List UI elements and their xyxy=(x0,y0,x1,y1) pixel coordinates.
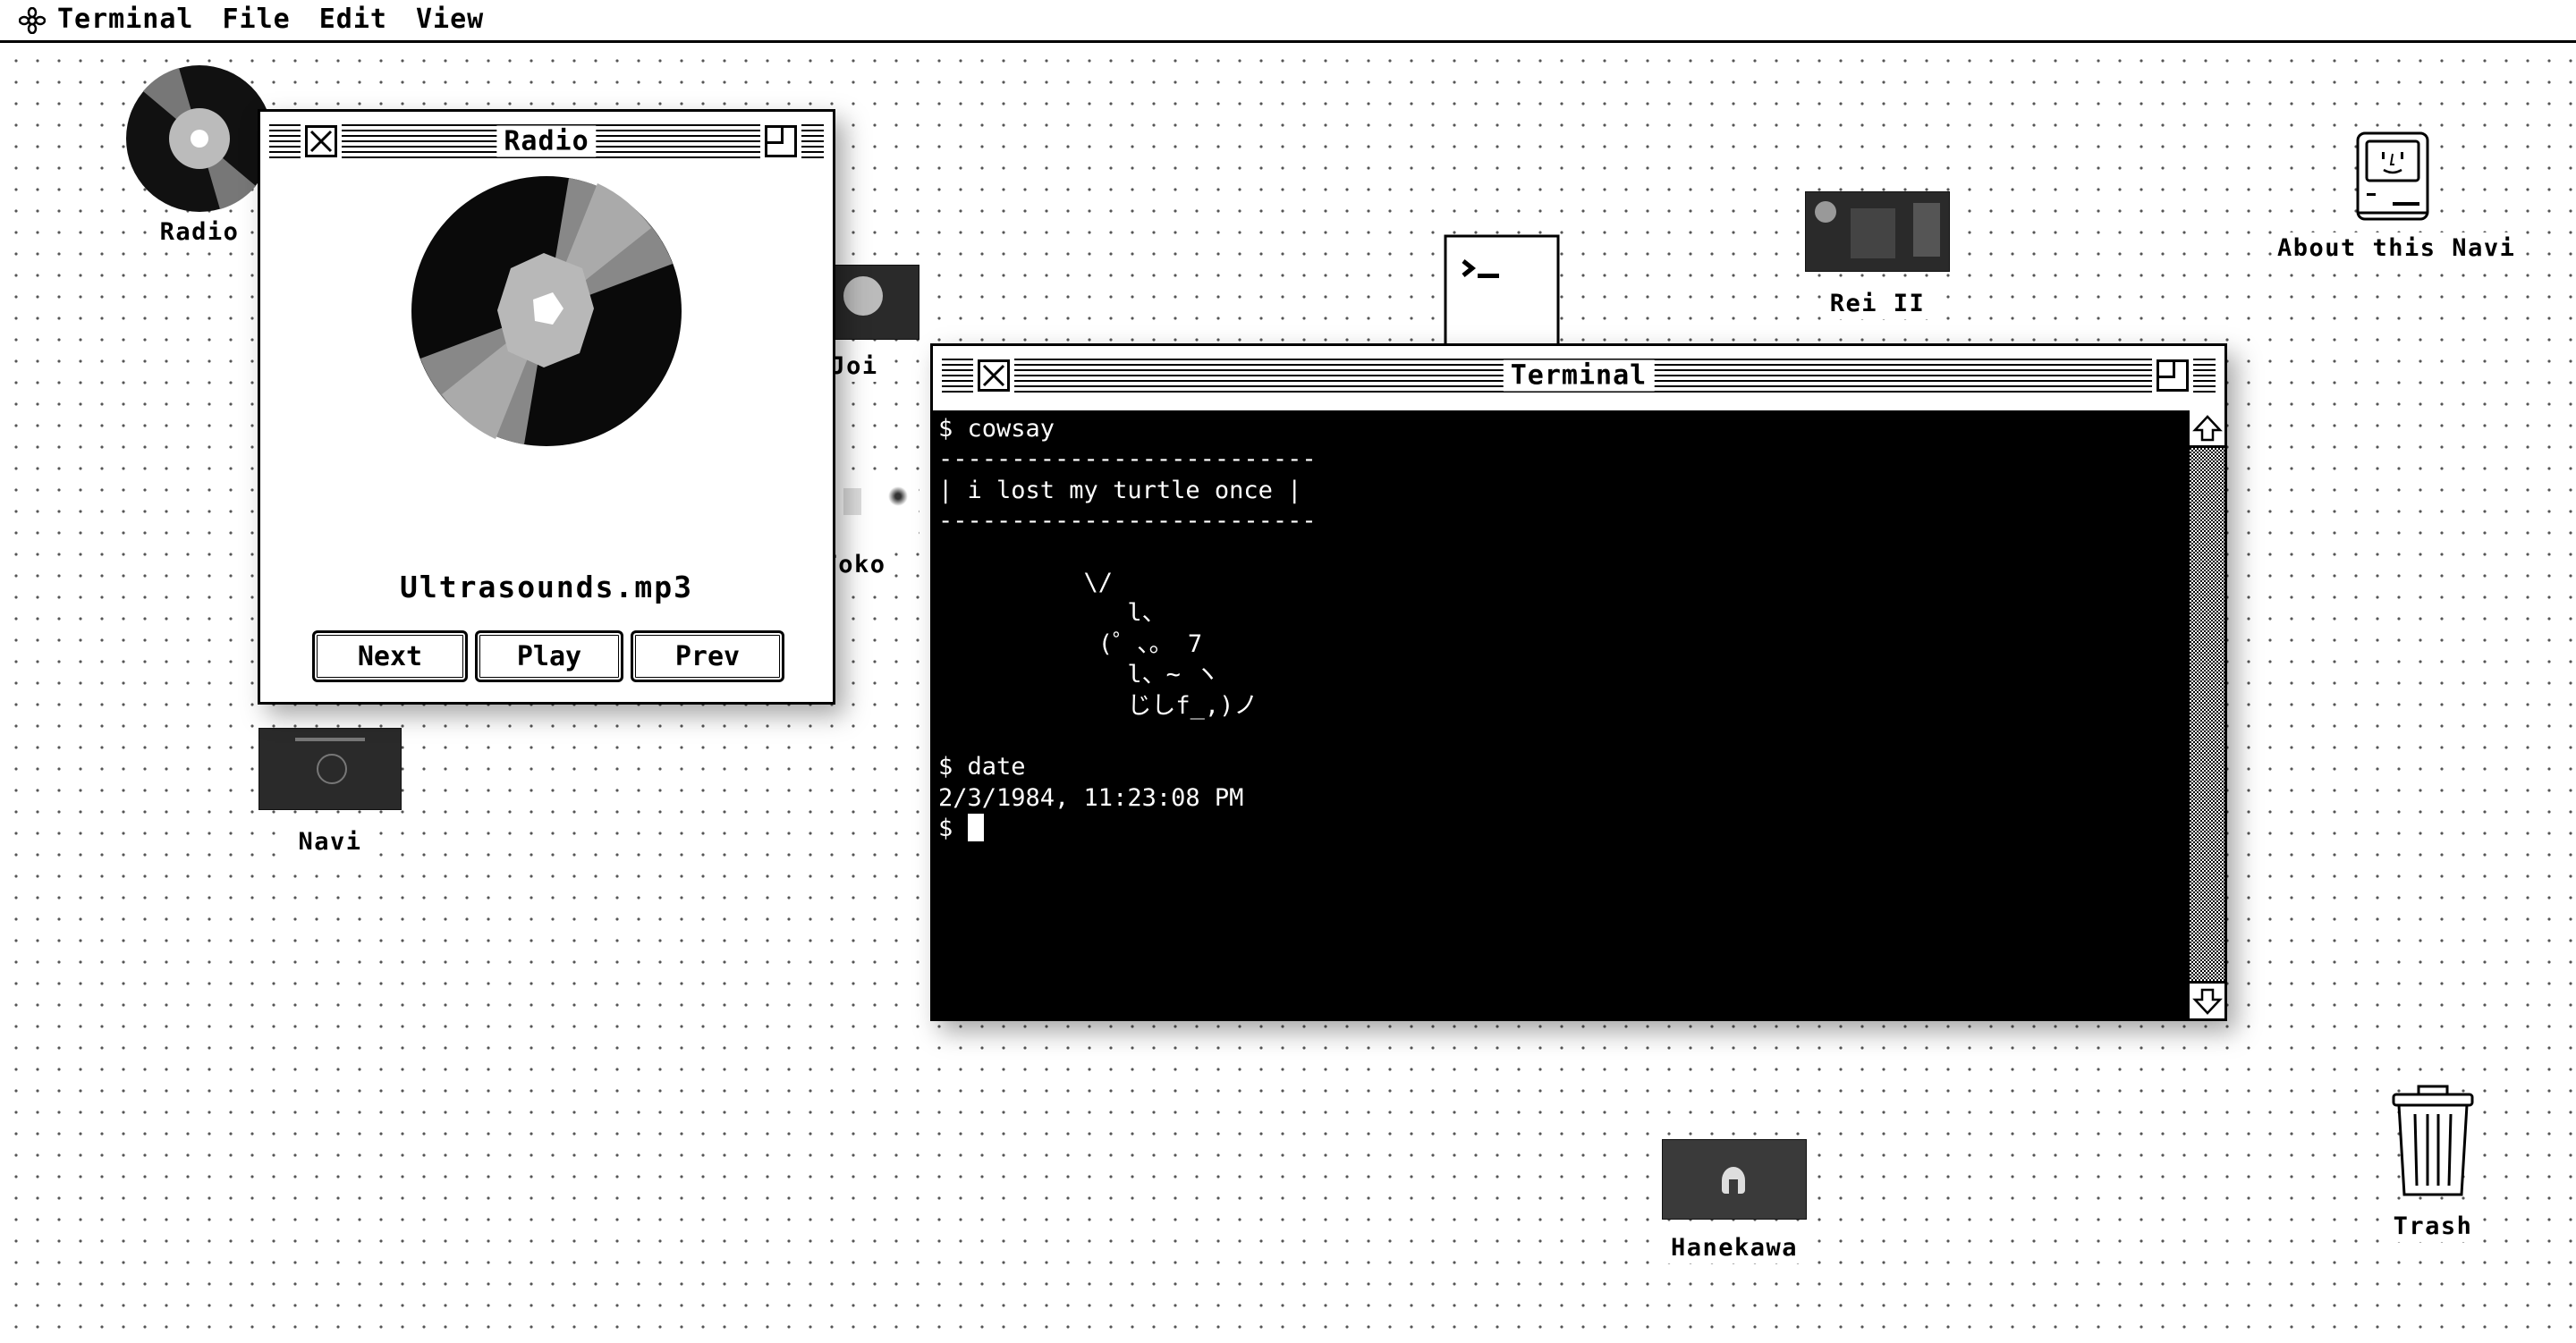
menu-file[interactable]: File xyxy=(208,0,305,42)
terminal-output-area[interactable]: $ cowsay -------------------------- | i … xyxy=(933,410,2224,1018)
desktop-icon-trash[interactable]: Trash xyxy=(2370,1084,2496,1242)
zoom-box[interactable] xyxy=(765,125,797,157)
vinyl-record-icon xyxy=(126,65,273,212)
close-icon xyxy=(309,130,333,153)
trash-can-icon xyxy=(2392,1085,2474,1196)
desktop-icon-radio[interactable]: Radio xyxy=(123,64,275,248)
window-title: Radio xyxy=(496,125,597,157)
vinyl-record-icon xyxy=(411,176,682,446)
vertical-scrollbar[interactable] xyxy=(2187,410,2224,1018)
menu-app-name[interactable]: Terminal xyxy=(50,0,208,42)
close-box[interactable] xyxy=(978,359,1010,392)
terminal-titlebar[interactable]: Terminal xyxy=(942,353,2216,398)
radio-window: Radio Ultrasounds.mp3 Next Play Prev xyxy=(258,109,835,705)
desktop-icon-navi[interactable]: Navi xyxy=(254,728,406,857)
menu-bar: Terminal File Edit View xyxy=(0,0,2576,43)
desktop-icon-rei[interactable]: Rei II xyxy=(1801,191,1953,319)
zoom-box[interactable] xyxy=(2157,359,2189,392)
radio-titlebar[interactable]: Radio xyxy=(269,119,824,164)
close-box[interactable] xyxy=(305,125,337,157)
desktop-icon-label: About this Navi xyxy=(2272,232,2521,264)
close-icon xyxy=(982,364,1005,387)
terminal-window: Terminal $ cowsay ----------------------… xyxy=(930,343,2227,1021)
desktop-icon-label: Radio xyxy=(154,216,245,248)
scroll-up-arrow-icon[interactable] xyxy=(2190,410,2224,448)
desktop-icon-hanekawa[interactable]: Hanekawa xyxy=(1658,1139,1810,1263)
hanekawa-thumbnail xyxy=(1662,1139,1807,1220)
terminal-text: $ cowsay -------------------------- | i … xyxy=(938,414,2182,845)
terminal-output: $ cowsay -------------------------- | i … xyxy=(938,415,1317,843)
desktop-icon-label: Hanekawa xyxy=(1665,1232,1804,1263)
desktop-icon-about[interactable]: About this Navi xyxy=(2272,131,2521,264)
track-name: Ultrasounds.mp3 xyxy=(399,570,693,604)
menu-edit[interactable]: Edit xyxy=(305,0,402,42)
window-title: Terminal xyxy=(1503,359,1655,392)
terminal-app-icon xyxy=(1444,234,1560,351)
menu-view[interactable]: View xyxy=(402,0,498,42)
desktop-icon-label: Trash xyxy=(2387,1211,2479,1242)
classic-mac-icon xyxy=(2356,131,2429,221)
flower-logo-icon[interactable] xyxy=(14,3,50,38)
prev-button[interactable]: Prev xyxy=(631,630,784,682)
play-button[interactable]: Play xyxy=(475,630,623,682)
text-cursor xyxy=(967,814,984,842)
desktop-icon-label: Navi xyxy=(292,826,368,857)
scroll-down-arrow-icon[interactable] xyxy=(2190,981,2224,1018)
navi-thumbnail xyxy=(258,728,402,810)
next-button[interactable]: Next xyxy=(312,630,468,682)
desktop-icon-label: Rei II xyxy=(1824,288,1931,319)
rei-thumbnail xyxy=(1805,191,1950,272)
desktop-icon-terminal[interactable] xyxy=(1444,234,1560,354)
